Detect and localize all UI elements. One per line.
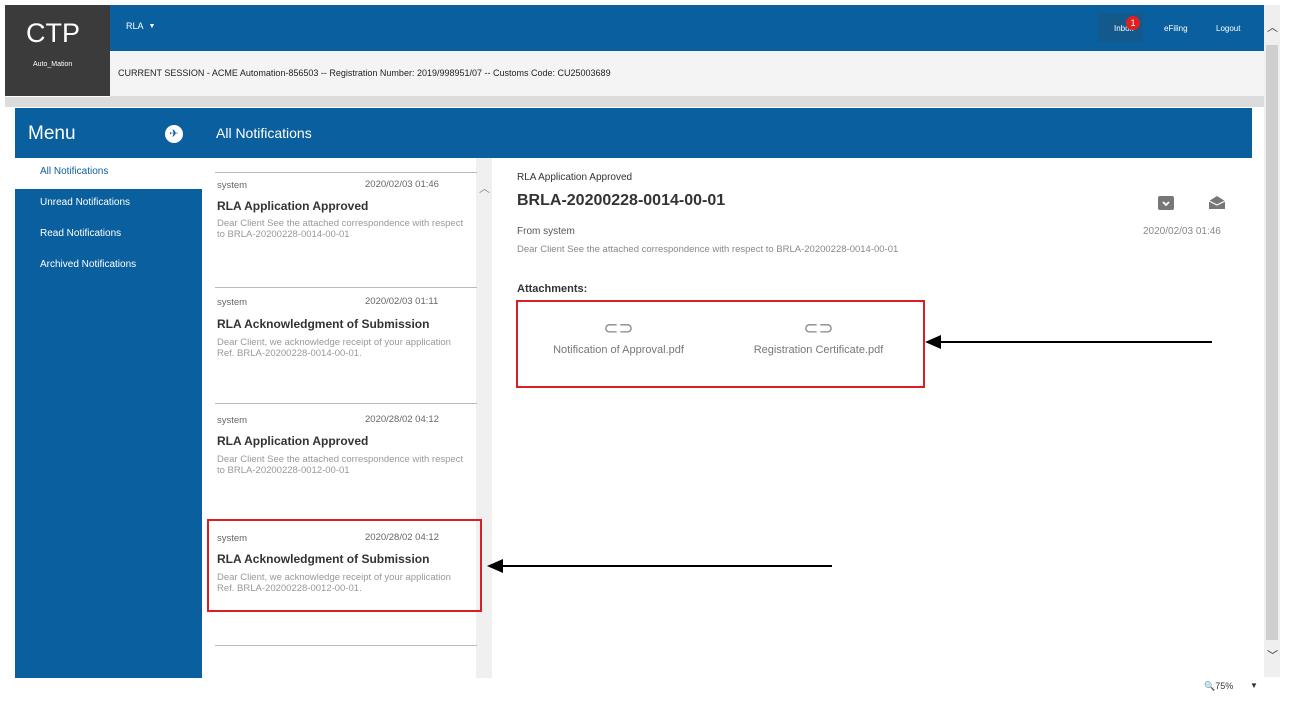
archive-icon[interactable]: [1158, 196, 1176, 212]
scroll-up-icon[interactable]: ︿: [1267, 19, 1278, 35]
sidebar-item-label: Archived Notifications: [40, 259, 137, 270]
page-title: All Notifications: [216, 125, 312, 141]
session-info: CURRENT SESSION - ACME Automation-856503…: [118, 68, 611, 78]
zoom-level[interactable]: 🔍75%: [1204, 681, 1233, 692]
user-name: Auto_Mation: [33, 61, 73, 68]
session-bar: CURRENT SESSION - ACME Automation-856503…: [110, 51, 1264, 97]
arrow-annotation: [925, 335, 1212, 349]
attachments-label: Attachments:: [517, 283, 588, 295]
pin-icon[interactable]: ✈: [165, 125, 183, 143]
notification-title: RLA Application Approved: [217, 199, 369, 213]
highlight-box: [207, 519, 482, 612]
detail-body: Dear Client See the attached corresponde…: [517, 244, 899, 255]
arrow-annotation: [487, 559, 832, 573]
notification-sender: system: [217, 180, 248, 191]
scroll-thumb[interactable]: [1266, 45, 1278, 640]
detail-subject: RLA Application Approved: [517, 172, 633, 183]
sidebar-item-unread-notifications[interactable]: Unread Notifications: [15, 189, 202, 220]
sidebar-item-read-notifications[interactable]: Read Notifications: [15, 220, 202, 251]
detail-date: 2020/02/03 01:46: [1143, 226, 1221, 237]
sidebar-item-all-notifications[interactable]: All Notifications: [15, 158, 202, 189]
card-separator: [215, 645, 477, 646]
card-separator: [215, 172, 477, 173]
detail-from: From system: [517, 226, 575, 237]
sidebar: Menu ✈ All Notifications Unread Notifica…: [15, 108, 202, 678]
sidebar-item-label: Unread Notifications: [40, 197, 131, 208]
notification-preview: Dear Client, we acknowledge receipt of y…: [217, 337, 451, 359]
sidebar-nav: All Notifications Unread Notifications R…: [15, 158, 202, 282]
divider: [5, 97, 1264, 107]
brand-name: CTP: [26, 18, 80, 48]
highlight-box: [516, 300, 925, 388]
notification-preview: Dear Client See the attached corresponde…: [217, 454, 464, 476]
logout-link[interactable]: Logout: [1216, 24, 1240, 33]
app-logo: CTP Auto_Mation: [5, 5, 110, 96]
notification-date: 2020/28/02 04:12: [365, 414, 439, 425]
inbox-count-badge: 1: [1126, 16, 1140, 30]
scroll-up-icon[interactable]: ︿: [479, 180, 490, 196]
notification-date: 2020/02/03 01:11: [365, 296, 439, 307]
module-dropdown[interactable]: RLA ▼: [126, 21, 155, 31]
page-scrollbar[interactable]: ︿ ﹀: [1264, 5, 1280, 677]
notification-sender: system: [217, 297, 248, 308]
efiling-link[interactable]: eFiling: [1164, 24, 1188, 33]
envelope-open-icon[interactable]: [1208, 195, 1226, 211]
inbox-button[interactable]: Inbox 1: [1098, 13, 1143, 42]
page-header: All Notifications: [202, 108, 1252, 158]
card-separator: [215, 645, 477, 646]
scroll-down-icon[interactable]: ﹀: [1267, 647, 1278, 663]
sidebar-item-label: Read Notifications: [40, 228, 122, 239]
notification-title: RLA Acknowledgment of Submission: [217, 317, 430, 331]
chevron-down-icon[interactable]: ▼: [1250, 681, 1258, 690]
notification-card[interactable]: system 2020/02/03 01:11 RLA Acknowledgme…: [215, 287, 477, 387]
sidebar-title: Menu: [28, 123, 76, 144]
notification-preview: Dear Client See the attached corresponde…: [217, 218, 464, 240]
sidebar-header: Menu ✈: [15, 108, 202, 158]
zoom-value: 75%: [1215, 681, 1234, 691]
sidebar-item-label: All Notifications: [40, 166, 109, 177]
module-label: RLA: [126, 21, 144, 31]
notification-card[interactable]: system 2020/02/03 01:46 RLA Application …: [215, 172, 477, 272]
sidebar-item-archived-notifications[interactable]: Archived Notifications: [15, 251, 202, 282]
detail-reference: BRLA-20200228-0014-00-01: [517, 192, 726, 209]
caret-down-icon: ▼: [148, 22, 156, 30]
notification-date: 2020/02/03 01:46: [365, 179, 439, 190]
notification-title: RLA Application Approved: [217, 434, 369, 448]
notification-card[interactable]: system 2020/28/02 04:12 RLA Application …: [215, 403, 477, 503]
card-separator: [215, 403, 477, 404]
notification-sender: system: [217, 415, 248, 426]
top-navbar: RLA ▼ Inbox 1 eFiling Logout: [110, 5, 1264, 51]
card-separator: [215, 287, 477, 288]
